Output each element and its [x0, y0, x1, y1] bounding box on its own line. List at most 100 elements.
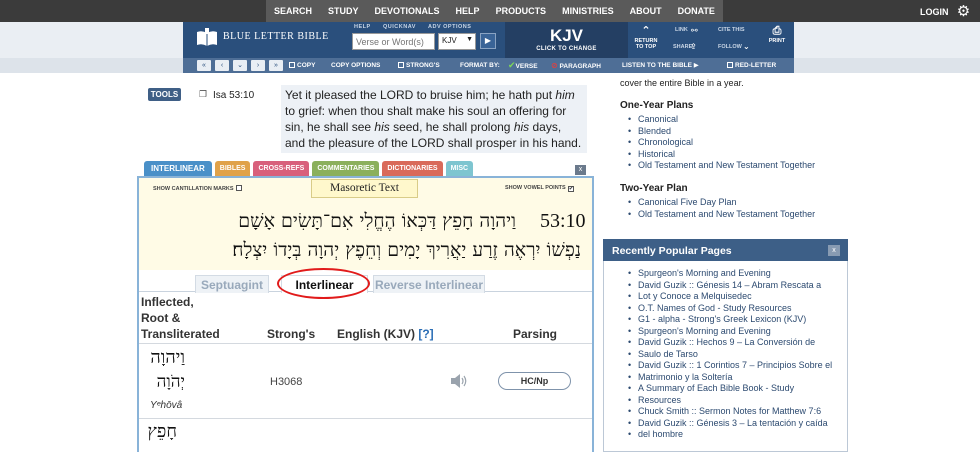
search-go-button[interactable]: ▶: [480, 33, 496, 49]
print-button[interactable]: ⎙ PRINT: [764, 24, 790, 56]
two-year-plan-heading: Two-Year Plan: [620, 183, 688, 194]
current-version-button[interactable]: KJV CLICK TO CHANGE: [505, 22, 628, 58]
list-item[interactable]: Lot y Conoce a Melquisedec: [628, 291, 832, 303]
list-item[interactable]: Old Testament and New Testament Together: [628, 209, 815, 221]
nav-devotionals[interactable]: DEVOTIONALS: [367, 0, 448, 22]
verse-search-input[interactable]: [352, 33, 435, 50]
tab-misc[interactable]: MISC: [445, 161, 474, 176]
follow-label[interactable]: FOLLOW: [718, 44, 742, 50]
red-letter-toggle[interactable]: RED-LETTER: [727, 58, 776, 73]
gear-icon[interactable]: ⚙: [955, 3, 972, 20]
copy-options-button[interactable]: COPY OPTIONS: [331, 58, 380, 73]
copy-icon[interactable]: ❐: [199, 89, 207, 100]
row-divider: [139, 343, 592, 344]
tab-interlinear[interactable]: INTERLINEAR: [144, 161, 212, 176]
tab-dictionaries[interactable]: DICTIONARIES: [382, 161, 443, 176]
first-chapter-icon[interactable]: «: [197, 60, 211, 71]
list-item[interactable]: David Guzik :: 1 Corintios 7 – Principio…: [628, 360, 832, 372]
list-item[interactable]: Chronological: [628, 137, 815, 149]
list-item[interactable]: David Guzik :: Génesis 14 – Abram Rescat…: [628, 280, 832, 292]
tab-commentaries[interactable]: COMMENTARIES: [312, 161, 380, 176]
popular-pages-list: Spurgeon's Morning and Evening David Guz…: [628, 268, 832, 441]
strongs-number-link[interactable]: H3068: [270, 376, 302, 388]
list-item[interactable]: Chuck Smith :: Sermon Notes for Matthew …: [628, 406, 832, 418]
list-item[interactable]: Old Testament and New Testament Together: [628, 160, 815, 172]
bible-book-icon[interactable]: [196, 28, 218, 48]
cantillation-toggle[interactable]: SHOW CANTILLATION MARKS: [153, 185, 242, 192]
tab-septuagint[interactable]: Septuagint: [195, 275, 269, 293]
list-item[interactable]: Matrimonio y la Soltería: [628, 372, 832, 384]
list-item[interactable]: G1 - alpha - Strong's Greek Lexicon (KJV…: [628, 314, 832, 326]
checkbox-icon: [289, 62, 295, 68]
site-logo[interactable]: BLUE LETTER BIBLE: [223, 31, 329, 42]
share-icon[interactable]: ⇪: [690, 42, 697, 51]
adv-options-label[interactable]: ADV OPTIONS: [428, 24, 471, 30]
link-label[interactable]: LINK: [675, 27, 688, 33]
list-item[interactable]: Spurgeon's Morning and Evening: [628, 268, 832, 280]
one-year-plans-heading: One-Year Plans: [620, 100, 694, 111]
help-link[interactable]: [?]: [418, 327, 433, 341]
list-item[interactable]: David Guzik :: Génesis 3 – La tentación …: [628, 418, 832, 430]
tools-button[interactable]: TOOLS: [148, 88, 181, 101]
paragraph-format-button[interactable]: ⊘ PARAGRAPH: [551, 58, 601, 74]
cantillation-label: SHOW CANTILLATION MARKS: [153, 186, 234, 192]
click-to-change-label: CLICK TO CHANGE: [536, 46, 597, 52]
link-icon[interactable]: ⚯: [691, 26, 698, 35]
listen-button[interactable]: LISTEN TO THE BIBLE ▶: [622, 58, 699, 73]
copy-button[interactable]: COPY: [289, 58, 315, 73]
list-item[interactable]: Historical: [628, 149, 815, 161]
verse-format-button[interactable]: ✔VERSE: [508, 58, 538, 74]
masoretic-label: Masoretic Text: [311, 179, 418, 198]
chapter-list-icon[interactable]: ⌄: [233, 60, 247, 71]
next-chapter-icon[interactable]: ›: [251, 60, 265, 71]
tab-cross-refs[interactable]: CROSS-REFS: [253, 161, 310, 176]
list-item[interactable]: Resources: [628, 395, 832, 407]
nav-about[interactable]: ABOUT: [622, 0, 670, 22]
tab-reverse-interlinear[interactable]: Reverse Interlinear: [373, 275, 485, 293]
column-english: English (KJV) [?]: [337, 326, 434, 342]
checkmark-icon: ✔: [508, 60, 516, 70]
list-item[interactable]: Spurgeon's Morning and Evening: [628, 326, 832, 338]
version-select[interactable]: KJV ▼: [438, 33, 476, 50]
nav-search[interactable]: SEARCH: [266, 0, 320, 22]
verse-reference[interactable]: Isa 53:10: [213, 90, 254, 101]
verse-text-italic: him: [555, 88, 575, 102]
list-item[interactable]: A Summary of Each Bible Book - Study: [628, 383, 832, 395]
top-nav-links: SEARCH STUDY DEVOTIONALS HELP PRODUCTS M…: [266, 0, 723, 22]
play-arrow-icon: ▶: [484, 36, 492, 45]
list-item[interactable]: David Guzik :: Hechos 9 – La Conversión …: [628, 337, 832, 349]
tab-bibles[interactable]: BIBLES: [214, 161, 251, 176]
version-select-value: KJV: [442, 36, 457, 45]
previous-chapter-icon[interactable]: ‹: [215, 60, 229, 71]
speaker-icon[interactable]: [449, 372, 469, 390]
strongs-toggle[interactable]: STRONG'S: [398, 58, 440, 73]
paragraph-format-label: PARAGRAPH: [559, 63, 601, 70]
checkbox-icon: [235, 185, 242, 191]
parsing-button[interactable]: HC/Np: [498, 372, 571, 390]
nav-products[interactable]: PRODUCTS: [488, 0, 555, 22]
row-divider: [139, 418, 592, 419]
list-item[interactable]: Canonical: [628, 114, 815, 126]
cite-this-label[interactable]: CITE THIS: [718, 27, 745, 33]
print-label: PRINT: [768, 38, 786, 44]
help-label[interactable]: HELP: [354, 24, 371, 30]
list-item[interactable]: del hombre: [628, 429, 832, 441]
nav-help[interactable]: HELP: [448, 0, 488, 22]
login-link[interactable]: LOGIN: [920, 0, 949, 24]
top-nav: SEARCH STUDY DEVOTIONALS HELP PRODUCTS M…: [0, 0, 980, 22]
return-to-top-button[interactable]: ⌃ RETURN TO TOP: [632, 24, 660, 56]
list-item[interactable]: Saulo de Tarso: [628, 349, 832, 361]
list-item[interactable]: Blended: [628, 126, 815, 138]
nav-ministries[interactable]: MINISTRIES: [554, 0, 622, 22]
close-icon[interactable]: x: [575, 165, 586, 175]
list-item[interactable]: O.T. Names of God - Study Resources: [628, 303, 832, 315]
nav-study[interactable]: STUDY: [320, 0, 367, 22]
no-entry-icon: ⊘: [551, 61, 558, 70]
vowel-points-toggle[interactable]: SHOW VOWEL POINTS ✔: [505, 185, 574, 192]
last-chapter-icon[interactable]: »: [269, 60, 283, 71]
close-icon[interactable]: x: [828, 245, 840, 256]
nav-donate[interactable]: DONATE: [670, 0, 723, 22]
quicknav-label[interactable]: QUICKNAV: [383, 24, 416, 30]
checkbox-icon: [727, 62, 733, 68]
list-item[interactable]: Canonical Five Day Plan: [628, 197, 815, 209]
